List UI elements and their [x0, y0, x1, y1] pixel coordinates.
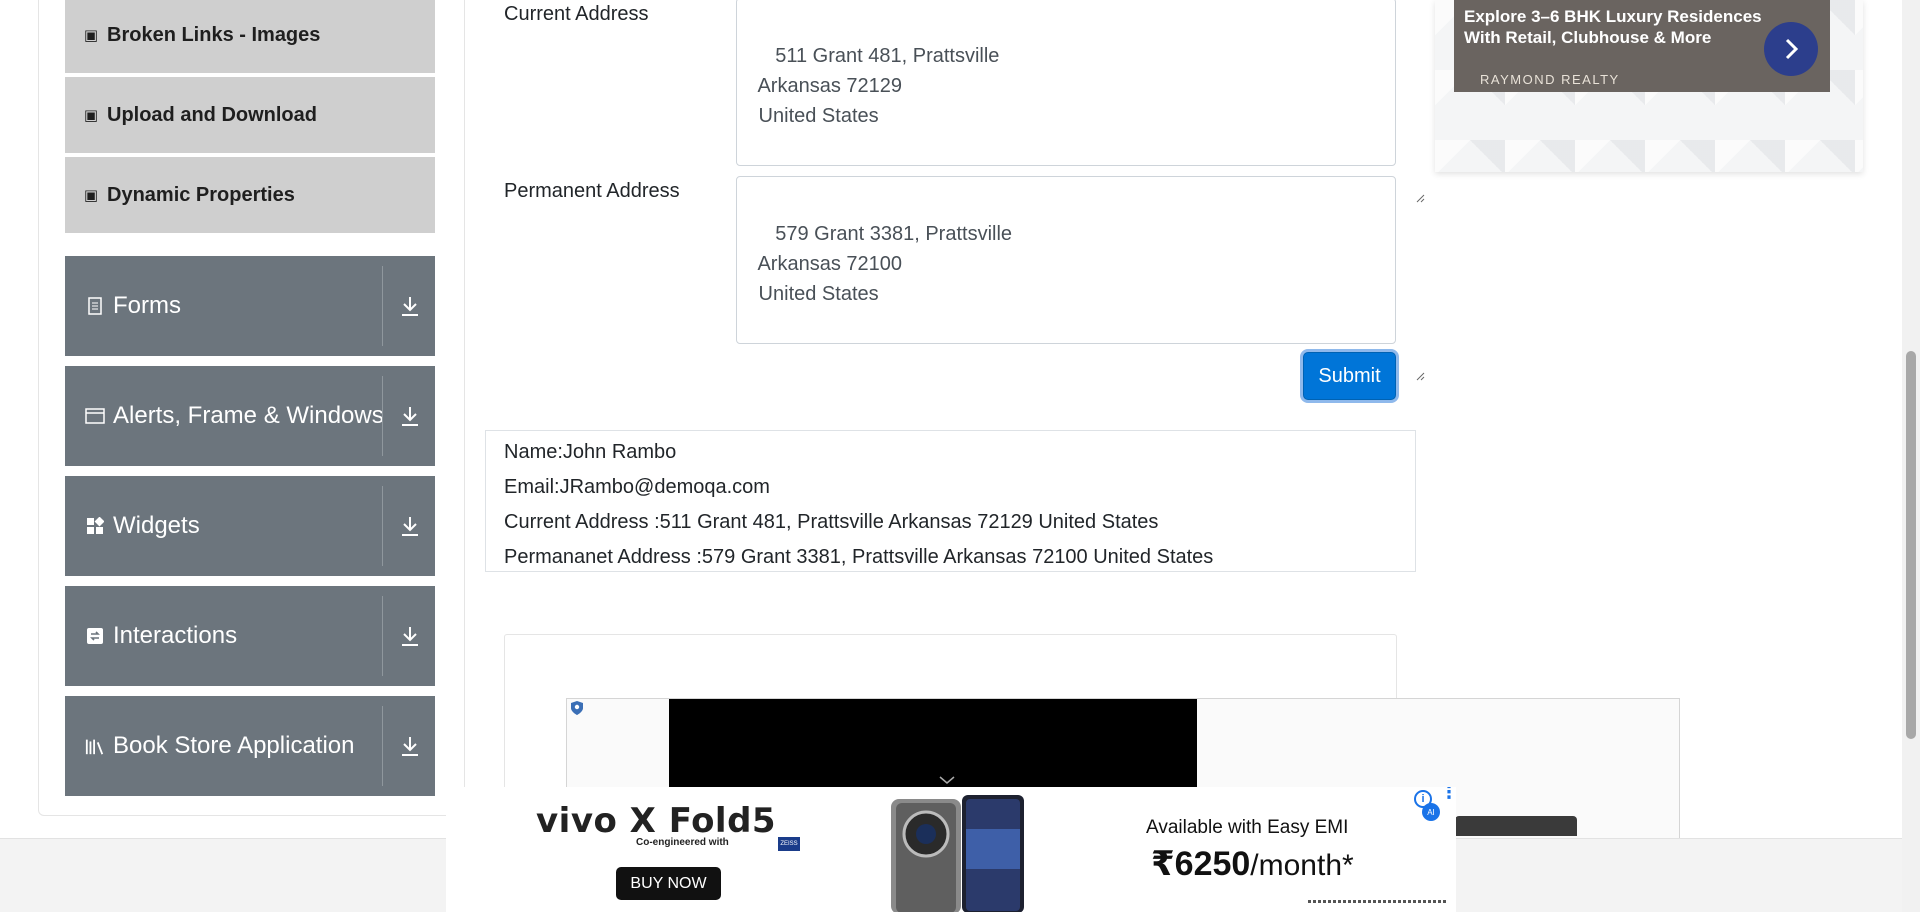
sidebar-group-label: Widgets	[113, 512, 200, 539]
ad-brand: RAYMOND REALTY	[1480, 72, 1620, 87]
output-panel: Name:John Rambo Email:JRambo@demoqa.com …	[485, 430, 1416, 572]
scrollbar-thumb[interactable]	[1906, 351, 1916, 739]
window-icon	[85, 406, 105, 426]
ad-co-engineered: Co-engineered with	[636, 837, 729, 848]
widgets-icon	[85, 516, 105, 536]
current-address-label: Current Address	[504, 3, 649, 25]
document-icon	[85, 296, 105, 316]
current-address-value: 511 Grant 481, Prattsville Arkansas 7212…	[757, 45, 1000, 127]
permanent-address-label: Permanent Address	[504, 180, 680, 202]
buy-now-button[interactable]: BUY NOW	[616, 867, 721, 900]
divider	[382, 266, 383, 346]
divider	[382, 706, 383, 786]
ad-price: ₹6250/month*	[1151, 844, 1354, 884]
sidebar-group-forms[interactable]: Forms	[65, 256, 435, 356]
sidebar-group-widgets[interactable]: Widgets	[65, 476, 435, 576]
ad-fine-print	[1308, 900, 1448, 903]
ad-video[interactable]	[669, 699, 1197, 789]
ad-price-value: ₹6250	[1151, 845, 1251, 883]
sidebar-group-book-store-application[interactable]: Book Store Application	[65, 696, 435, 796]
download-icon[interactable]	[398, 624, 422, 648]
html5-icon: ▣	[83, 107, 99, 124]
ad-headline: Explore 3–6 BHK Luxury Residences With R…	[1464, 7, 1762, 47]
resize-handle-icon[interactable]	[1382, 152, 1425, 203]
divider	[382, 486, 383, 566]
sidebar-group-label: Forms	[113, 292, 181, 319]
ad-button[interactable]	[1455, 816, 1577, 836]
chevron-right-icon[interactable]	[1764, 22, 1818, 76]
divider	[382, 376, 383, 456]
sidebar-group-alerts-frame-windows[interactable]: Alerts, Frame & Windows	[65, 366, 435, 466]
ad-emi-text: Available with Easy EMI	[1146, 817, 1349, 838]
output-email: Email:JRambo@demoqa.com	[504, 476, 770, 498]
download-icon[interactable]	[398, 404, 422, 428]
resize-handle-icon[interactable]	[1382, 330, 1425, 381]
ad-banner[interactable]: Explore 3–6 BHK Luxury Residences With R…	[1454, 0, 1830, 92]
submit-button[interactable]: Submit	[1303, 352, 1396, 400]
books-icon	[85, 736, 105, 756]
sidebar-group-interactions[interactable]: Interactions	[65, 586, 435, 686]
ad-product-name: vivo X Fold5	[536, 801, 777, 841]
phone-image	[886, 789, 1026, 912]
download-icon[interactable]	[398, 514, 422, 538]
sidebar-group-label: Book Store Application	[113, 732, 355, 759]
more-options-icon[interactable]: ⋮	[1440, 787, 1456, 801]
page-scrollbar[interactable]	[1902, 0, 1920, 912]
sidebar-item-label: Dynamic Properties	[107, 183, 295, 206]
page: ▣ Broken Links - Images ▣ Upload and Dow…	[0, 0, 1920, 912]
sidebar-item-upload-and-download[interactable]: ▣ Upload and Download	[65, 77, 435, 155]
download-icon[interactable]	[398, 294, 422, 318]
sidebar-item-dynamic-properties[interactable]: ▣ Dynamic Properties	[65, 157, 435, 235]
output-current-address: Current Address :511 Grant 481, Prattsvi…	[504, 511, 1159, 533]
sidebar-group-label: Interactions	[113, 622, 238, 649]
download-icon[interactable]	[398, 734, 422, 758]
ai-badge-icon: AI	[1422, 803, 1440, 821]
zeiss-logo-icon: ZEISS	[778, 837, 800, 851]
sidebar-item-broken-links-images[interactable]: ▣ Broken Links - Images	[65, 0, 435, 75]
html5-icon: ▣	[83, 187, 99, 204]
output-permanent-address: Permananet Address :579 Grant 3381, Prat…	[504, 546, 1214, 568]
ad-right[interactable]: Explore 3–6 BHK Luxury Residences With R…	[1435, 0, 1863, 172]
permanent-address-textarea[interactable]: 579 Grant 3381, Prattsville Arkansas 721…	[736, 176, 1425, 381]
sidebar-group-label: Alerts, Frame & Windows	[113, 402, 384, 429]
divider	[382, 596, 383, 676]
interactions-icon	[85, 626, 105, 646]
ad-bottom-banner[interactable]: vivo X Fold5 Co-engineered with ZEISS BU…	[446, 787, 1456, 912]
sidebar-item-label: Broken Links - Images	[107, 23, 321, 46]
html5-icon: ▣	[83, 27, 99, 44]
ad-price-per-month: /month*	[1250, 849, 1354, 882]
permanent-address-value: 579 Grant 3381, Prattsville Arkansas 721…	[757, 223, 1013, 305]
current-address-textarea[interactable]: 511 Grant 481, Prattsville Arkansas 7212…	[736, 0, 1425, 203]
sidebar-item-label: Upload and Download	[107, 103, 317, 126]
shield-icon	[569, 700, 585, 721]
output-name: Name:John Rambo	[504, 441, 677, 463]
